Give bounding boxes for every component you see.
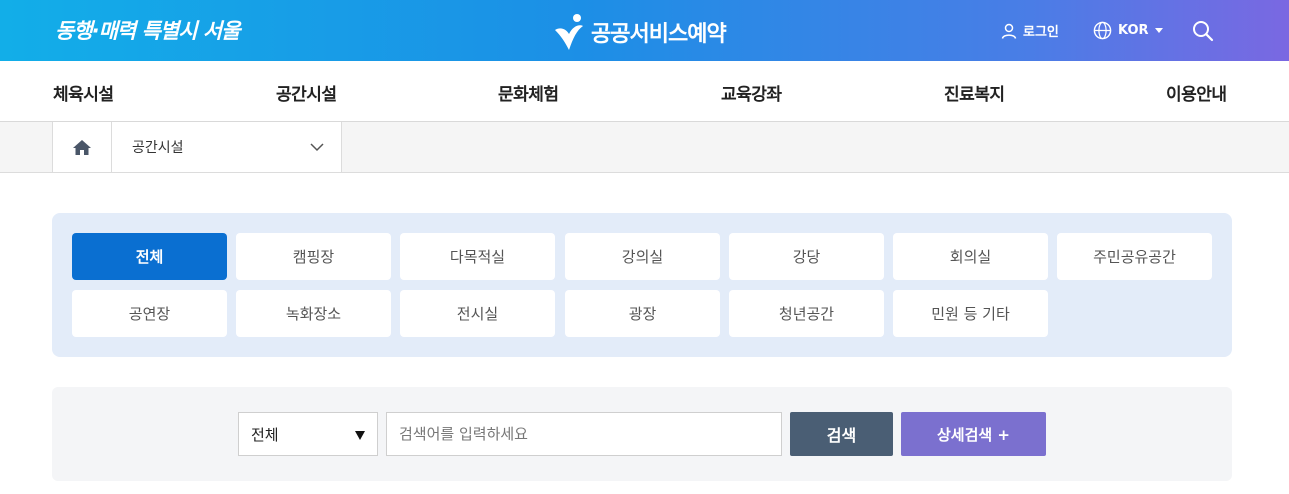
search-icon [1193,20,1214,41]
category-etc[interactable]: 민원 등 기타 [893,290,1048,337]
triangle-down-icon [355,431,365,440]
language-selector[interactable]: KOR [1093,0,1163,61]
category-all[interactable]: 전체 [72,233,227,280]
service-logo[interactable]: 공공서비스예약 [551,12,727,52]
search-scope-select[interactable]: 전체 [238,412,378,456]
breadcrumb-current-label: 공간시설 [132,140,184,156]
category-community-space[interactable]: 주민공유공간 [1057,233,1212,280]
chevron-down-icon [310,143,324,152]
globe-icon [1093,21,1112,40]
user-icon [1001,23,1017,39]
main-navigation: 체육시설 공간시설 문화체험 교육강좌 진료복지 이용안내 [0,61,1289,122]
nav-item-education[interactable]: 교육강좌 [721,80,782,105]
logo-mark-icon [555,14,583,50]
logo-text: 공공서비스예약 [591,22,727,47]
language-label: KOR [1118,23,1149,38]
nav-item-sports[interactable]: 체육시설 [53,80,114,105]
advanced-search-button[interactable]: 상세검색 + [901,412,1046,456]
category-exhibition-room[interactable]: 전시실 [400,290,555,337]
site-header: 동행·매력 특별시 서울 공공서비스예약 로그인 KOR [0,0,1289,61]
search-scope-value: 전체 [251,425,279,444]
nav-item-medical[interactable]: 진료복지 [944,80,1005,105]
category-camping[interactable]: 캠핑장 [236,233,391,280]
category-multipurpose-room[interactable]: 다목적실 [400,233,555,280]
category-auditorium[interactable]: 강당 [729,233,884,280]
nav-item-guide[interactable]: 이용안내 [1166,80,1227,105]
nav-item-culture[interactable]: 문화체험 [498,80,559,105]
search-button[interactable]: 검색 [790,412,893,456]
nav-item-space[interactable]: 공간시설 [276,80,337,105]
category-performance-hall[interactable]: 공연장 [72,290,227,337]
header-search-button[interactable] [1192,0,1214,61]
caret-down-icon [1154,28,1163,33]
category-recording-site[interactable]: 녹화장소 [236,290,391,337]
home-button[interactable] [52,122,112,172]
category-plaza[interactable]: 광장 [565,290,720,337]
category-lecture-room[interactable]: 강의실 [565,233,720,280]
login-link[interactable]: 로그인 [1001,0,1059,61]
breadcrumb-category-select[interactable]: 공간시설 [112,122,342,172]
category-youth-space[interactable]: 청년공간 [729,290,884,337]
search-input[interactable] [386,412,782,456]
seoul-slogan-logo[interactable]: 동행·매력 특별시 서울 [55,15,240,45]
home-icon [73,139,91,155]
breadcrumb: 공간시설 [0,122,1289,173]
category-meeting-room[interactable]: 회의실 [893,233,1048,280]
login-label: 로그인 [1023,25,1059,40]
